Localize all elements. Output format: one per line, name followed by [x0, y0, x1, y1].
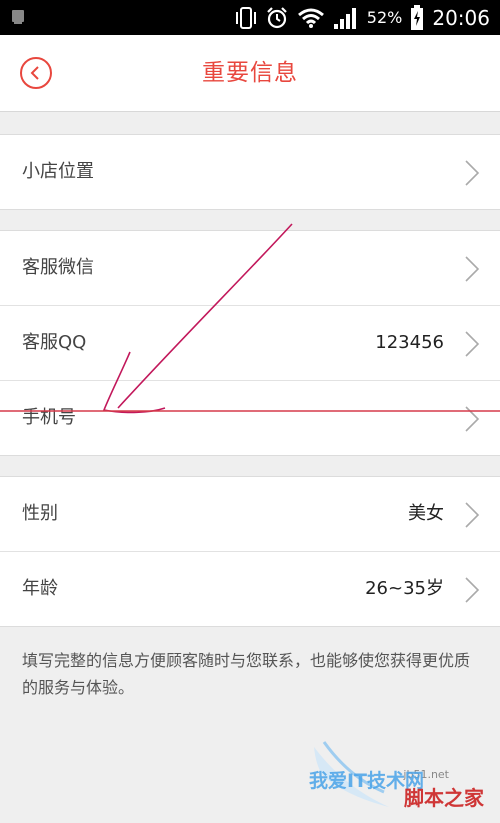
status-bar: 52% 20:06	[0, 0, 500, 35]
page-title: 重要信息	[202, 60, 298, 86]
chevron-right-icon	[465, 577, 480, 603]
battery-charging-icon	[411, 4, 424, 30]
signal-icon	[333, 7, 356, 29]
battery-percent: 52%	[366, 8, 403, 27]
row-value: 123456	[375, 332, 444, 353]
watermark: jb51.net 我爱IT技术网 脚本之家	[264, 737, 494, 817]
header-bar: 重要信息	[0, 35, 500, 112]
settings-group-contact: 客服微信 客服QQ 123456 手机号	[0, 230, 500, 456]
chevron-right-icon	[465, 256, 480, 282]
row-value: 26~35岁	[365, 578, 444, 599]
settings-group-profile: 性别 美女 年龄 26~35岁	[0, 476, 500, 627]
info-note: 填写完整的信息方便顾客随时与您联系，也能够使您获得更优质的服务与体验。	[22, 651, 471, 697]
clock: 20:06	[432, 5, 490, 30]
row-gender[interactable]: 性别 美女	[0, 477, 500, 552]
row-age[interactable]: 年龄 26~35岁	[0, 552, 500, 626]
chevron-right-icon	[465, 160, 480, 186]
back-button[interactable]	[20, 57, 52, 89]
row-value: 美女	[408, 503, 444, 524]
row-label: 手机号	[22, 407, 76, 428]
vibrate-icon	[235, 6, 256, 29]
watermark-brand: 脚本之家	[404, 786, 484, 810]
chevron-right-icon	[465, 502, 480, 528]
row-label: 小店位置	[22, 161, 94, 182]
notification-icon	[12, 10, 24, 24]
row-service-qq[interactable]: 客服QQ 123456	[0, 306, 500, 381]
wifi-icon	[297, 8, 324, 28]
alarm-icon	[267, 6, 287, 28]
chevron-right-icon	[465, 331, 480, 357]
row-service-wechat[interactable]: 客服微信	[0, 231, 500, 306]
chevron-left-icon	[30, 66, 39, 80]
row-label: 性别	[22, 503, 58, 524]
row-phone-number[interactable]: 手机号	[0, 381, 500, 455]
row-shop-location[interactable]: 小店位置	[0, 135, 500, 209]
settings-group-location: 小店位置	[0, 134, 500, 210]
chevron-right-icon	[465, 406, 480, 432]
row-label: 客服QQ	[22, 332, 87, 353]
row-label: 客服微信	[22, 257, 94, 278]
row-label: 年龄	[22, 578, 58, 599]
